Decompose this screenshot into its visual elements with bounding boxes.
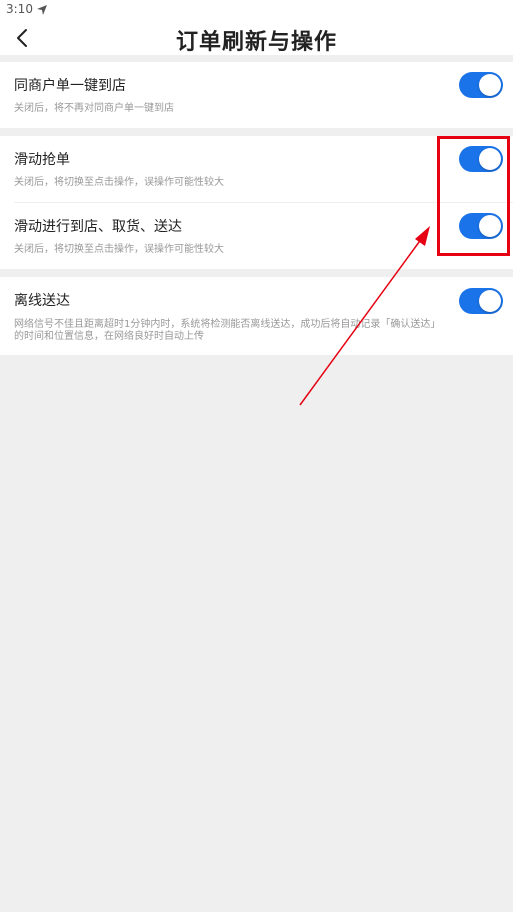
setting-row-offline-delivery: 离线送达 网络信号不佳且距离超时1分钟内时，系统将检测能否离线送达，成功后将自动…	[0, 277, 513, 355]
setting-description: 关闭后，将不再对同商户单一键到店	[14, 103, 174, 114]
status-time: 3:10	[6, 2, 33, 16]
setting-description-line-1: 网络信号不佳且距离超时1分钟内时，系统将检测能否离线送达，成功后将自动记录「确认…	[14, 319, 441, 330]
setting-title: 滑动抢单	[14, 152, 70, 168]
setting-description: 关闭后，将切换至点击操作，误操作可能性较大	[14, 177, 224, 188]
location-arrow-icon	[37, 5, 47, 15]
setting-row-one-tap-arrival: 同商户单一键到店 关闭后，将不再对同商户单一键到店	[0, 62, 513, 128]
setting-title: 同商户单一键到店	[14, 78, 126, 94]
header: 订单刷新与操作	[0, 22, 513, 55]
annotation-highlight-box	[437, 136, 510, 256]
setting-title: 离线送达	[14, 293, 70, 309]
toggle-knob	[479, 290, 501, 312]
setting-description: 关闭后，将切换至点击操作，误操作可能性较大	[14, 244, 224, 255]
page-title: 订单刷新与操作	[175, 30, 337, 55]
toggle-knob	[479, 74, 501, 96]
settings-card-store-arrival: 同商户单一键到店 关闭后，将不再对同商户单一键到店	[0, 62, 513, 128]
settings-card-offline: 离线送达 网络信号不佳且距离超时1分钟内时，系统将检测能否离线送达，成功后将自动…	[0, 277, 513, 355]
one-tap-arrival-toggle[interactable]	[459, 72, 503, 98]
status-bar: 3:10	[0, 0, 513, 22]
setting-title: 滑动进行到店、取货、送达	[14, 219, 182, 235]
offline-delivery-toggle[interactable]	[459, 288, 503, 314]
setting-description-line-2: 的时间和位置信息，在网络良好时自动上传	[14, 331, 204, 342]
